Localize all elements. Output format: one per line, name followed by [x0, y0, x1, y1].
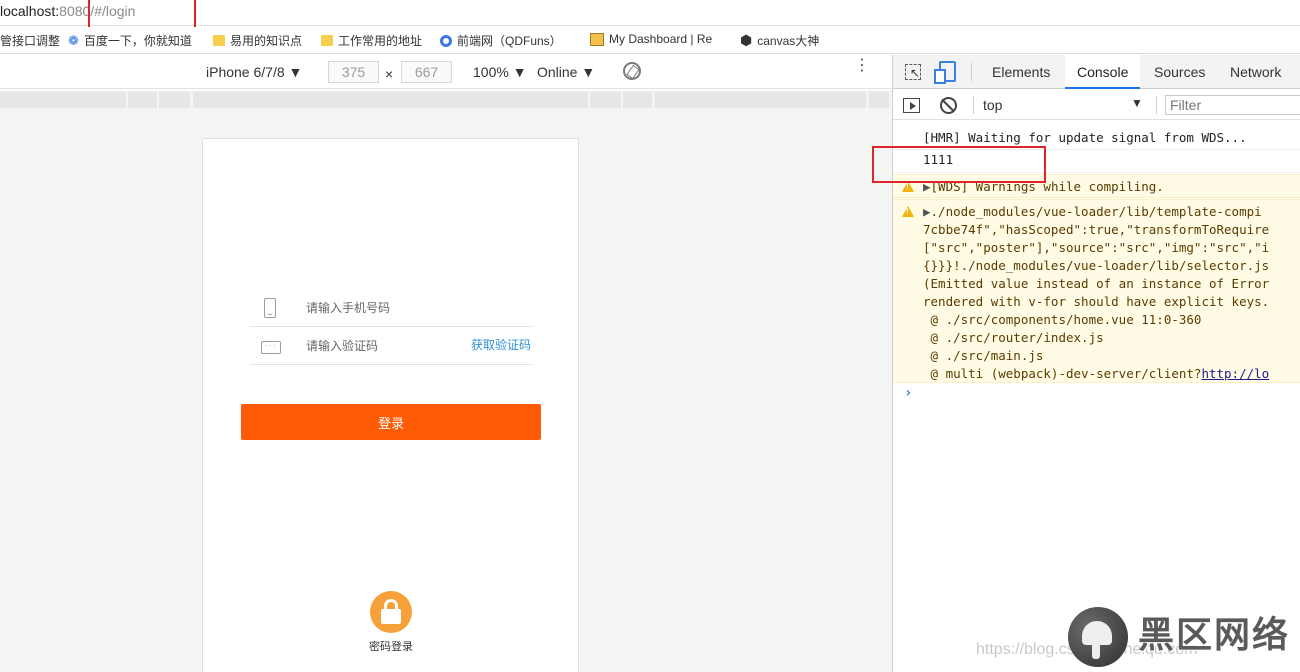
login-page: ··· 获取验证码 登录 密码登录	[202, 138, 579, 672]
phone-input[interactable]	[306, 298, 466, 318]
divider	[1156, 96, 1157, 114]
warning-line: @ multi (webpack)-dev-server/client?	[923, 366, 1202, 381]
zoom-select[interactable]: 100% ▼	[473, 64, 527, 80]
folder-icon	[321, 35, 333, 46]
password-dots-icon: ···	[261, 341, 281, 354]
bookmark-label: 工作常用的地址	[338, 34, 423, 48]
bookmarks-bar: 管接口调整 ❁ 百度一下，你就知道 易用的知识点 工作常用的地址 前端网（QDFu…	[0, 27, 1300, 54]
tab-sources[interactable]: Sources	[1142, 55, 1217, 89]
warning-line: rendered with v-for should have explicit…	[923, 294, 1270, 309]
mobile-phone-icon	[264, 298, 276, 318]
device-toolbar-icon[interactable]	[934, 61, 956, 84]
ruler-segment[interactable]	[0, 92, 126, 108]
clear-console-icon[interactable]	[940, 97, 957, 114]
divider	[971, 63, 972, 81]
bookmark-item[interactable]: My Dashboard | Re	[590, 32, 712, 46]
tab-console[interactable]: Console	[1065, 55, 1141, 89]
bookmark-item[interactable]: ⬢ canvas大神	[740, 32, 819, 49]
device-select[interactable]: iPhone 6/7/8 ▼	[206, 64, 302, 80]
filter-input[interactable]	[1165, 95, 1300, 115]
context-dropdown-icon[interactable]: ▼	[1131, 96, 1143, 110]
warning-line: @ ./src/router/index.js	[923, 330, 1104, 345]
dimension-separator: ×	[385, 66, 394, 82]
media-query-ruler	[0, 90, 892, 110]
phone-field	[250, 289, 533, 327]
ruler-segment[interactable]	[623, 92, 652, 108]
password-login-label: 密码登录	[369, 640, 413, 653]
folder-icon	[213, 35, 225, 46]
ruler-segment[interactable]	[655, 92, 866, 108]
device-viewport: ··· 获取验证码 登录 密码登录	[0, 110, 892, 672]
height-input[interactable]: 667	[401, 61, 452, 83]
dashboard-icon	[590, 32, 604, 46]
warning-line: @ ./src/components/home.vue 11:0-360	[923, 312, 1202, 327]
codepen-icon: ⬢	[740, 32, 753, 48]
tab-elements[interactable]: Elements	[980, 55, 1062, 89]
console-output: [HMR] Waiting for update signal from WDS…	[893, 121, 1300, 672]
ruler-segment[interactable]	[128, 92, 157, 108]
screen: localhost:8080/#/login 管接口调整 ❁ 百度一下，你就知道 …	[0, 0, 1300, 672]
watermark-name: 黑区网络	[1138, 615, 1291, 656]
warning-line: {}}}!./node_modules/vue-loader/lib/selec…	[923, 258, 1270, 273]
url-host: localhost:	[0, 3, 60, 19]
rotate-icon[interactable]	[623, 62, 641, 80]
show-sidebar-icon[interactable]	[903, 98, 920, 113]
watermark: 黑区网络	[1068, 606, 1300, 672]
warning-line: 7cbbe74f","hasScoped":true,"transformToR…	[923, 222, 1270, 237]
bookmark-label: 百度一下，你就知道	[83, 34, 192, 48]
divider	[973, 96, 974, 114]
bookmark-item[interactable]: ❁ 百度一下，你就知道	[68, 32, 192, 49]
warning-icon	[902, 206, 914, 217]
warning-message[interactable]: ▶./node_modules/vue-loader/lib/template-…	[893, 199, 1300, 383]
tab-network[interactable]: Network	[1218, 55, 1293, 89]
ruler-segment[interactable]	[159, 92, 190, 108]
warning-line: ./node_modules/vue-loader/lib/template-c…	[930, 204, 1262, 219]
expand-triangle-icon[interactable]: ▶	[923, 204, 931, 219]
bookmark-label: 管接口调整	[0, 34, 61, 48]
devtools-tabbar: Elements Console Sources Network	[893, 55, 1300, 89]
login-button[interactable]: 登录	[241, 404, 541, 440]
bookmark-label: My Dashboard | Re	[609, 32, 713, 46]
warning-line: (Emitted value instead of an instance of…	[923, 276, 1270, 291]
warning-line: ["src","poster"],"source":"src","img":"s…	[923, 240, 1270, 255]
ring-icon	[440, 34, 452, 47]
ruler-segment[interactable]	[590, 92, 621, 108]
get-code-link[interactable]: 获取验证码	[471, 336, 531, 353]
code-field: ··· 获取验证码	[250, 327, 533, 365]
lock-icon	[370, 591, 412, 633]
bookmark-item[interactable]: 管接口调整	[0, 32, 60, 49]
paw-icon: ❁	[68, 32, 79, 48]
warning-line: @ ./src/main.js	[923, 348, 1044, 363]
inspect-element-icon[interactable]	[905, 64, 921, 80]
bookmark-label: 前端网（QDFuns）	[457, 34, 562, 48]
device-toolbar: iPhone 6/7/8 ▼ 375 × 667 100% ▼ Online ▼…	[0, 55, 892, 89]
bookmark-item[interactable]: 工作常用的地址	[321, 32, 422, 49]
context-select[interactable]: top	[983, 97, 1002, 113]
bookmark-item[interactable]: 易用的知识点	[213, 32, 302, 49]
password-login-button[interactable]: 密码登录	[353, 591, 429, 654]
console-toolbar: top ▼	[893, 90, 1300, 120]
network-select[interactable]: Online ▼	[537, 64, 595, 80]
more-options-icon[interactable]: ⋮	[854, 58, 870, 74]
ruler-segment[interactable]	[193, 92, 588, 108]
code-input[interactable]	[306, 336, 466, 356]
mushroom-logo-icon	[1068, 607, 1128, 667]
bookmark-label: canvas大神	[757, 34, 820, 48]
width-input[interactable]: 375	[328, 61, 379, 83]
console-prompt[interactable]: ›	[904, 385, 912, 401]
bookmark-item[interactable]: 前端网（QDFuns）	[440, 32, 562, 49]
bookmark-label: 易用的知识点	[230, 34, 303, 48]
source-link[interactable]: http://lo	[1201, 366, 1269, 381]
ruler-segment[interactable]	[869, 92, 889, 108]
log-highlight-box	[872, 146, 1046, 183]
